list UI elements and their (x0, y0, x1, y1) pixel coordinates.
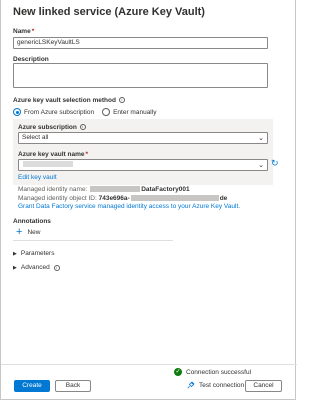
plug-icon (187, 381, 195, 389)
identity-object-id-suffix: de (219, 195, 228, 202)
redacted-object-id (130, 195, 219, 202)
checkmark-circle-icon: ✓ (174, 368, 182, 376)
footer-divider (1, 364, 297, 365)
managed-identity-name: Managed identity name: DataFactory001 (18, 186, 190, 193)
test-connection-label: Test connection (199, 381, 245, 389)
connection-status-text: Connection successful (186, 368, 252, 376)
radio-from-subscription-label: From Azure subscription (24, 108, 95, 116)
new-annotation-button[interactable]: + New (16, 226, 41, 238)
subscription-select-value: Select all (22, 134, 49, 141)
radio-unselected-icon (102, 108, 111, 116)
required-mark: * (85, 151, 89, 158)
parameters-label: Parameters (20, 250, 55, 257)
refresh-icon[interactable]: ↻ (271, 159, 279, 168)
chevron-down-icon: ⌄ (258, 135, 264, 142)
selection-method-label-text: Azure key vault selection method (13, 97, 116, 104)
identity-object-id-prefix: 743e696a- (98, 195, 130, 202)
vault-name-label-text: Azure key vault name (18, 151, 85, 158)
linked-service-panel: New linked service (Azure Key Vault) Nam… (0, 0, 297, 400)
connection-status: ✓ Connection successful (174, 368, 251, 376)
description-label: Description (13, 56, 49, 63)
radio-enter-manually[interactable]: Enter manually (102, 108, 156, 116)
triangle-right-icon: ▶ (13, 250, 17, 257)
redacted-identity-name (90, 186, 141, 193)
radio-from-subscription[interactable]: From Azure subscription (13, 108, 94, 116)
chevron-down-icon: ⌄ (258, 162, 264, 169)
identity-name-label: Managed identity name: (18, 186, 88, 193)
name-label-text: Name (13, 28, 31, 35)
triangle-right-icon: ▶ (13, 264, 17, 271)
identity-object-id-label: Managed identity object ID: (18, 195, 97, 202)
info-icon[interactable]: i (79, 124, 86, 131)
advanced-label: Advanced (20, 264, 50, 271)
description-textarea[interactable] (13, 63, 268, 88)
required-mark: * (31, 28, 35, 35)
identity-name-value: DataFactory001 (141, 186, 190, 193)
annotations-divider (13, 240, 173, 241)
selection-method-label: Azure key vault selection method i (13, 97, 125, 104)
selection-method-radio-group: From Azure subscription Enter manually (13, 108, 156, 116)
name-input[interactable]: genericLSKeyVaultLS (13, 37, 268, 49)
create-button[interactable]: Create (14, 380, 50, 392)
annotations-label: Annotations (13, 218, 51, 225)
name-label: Name* (13, 28, 34, 35)
subscription-label: Azure subscription i (18, 124, 86, 131)
radio-selected-icon (13, 108, 21, 116)
new-annotation-label: New (27, 229, 41, 236)
advanced-expander[interactable]: ▶ Advanced i (13, 264, 60, 271)
parameters-expander[interactable]: ▶ Parameters (13, 250, 54, 257)
info-icon[interactable]: i (118, 97, 125, 104)
vault-name-select[interactable]: ⌄ (18, 159, 268, 171)
test-connection-button[interactable]: Test connection (187, 381, 244, 389)
subscription-select[interactable]: Select all ⌄ (18, 132, 268, 144)
edit-key-vault-link[interactable]: Edit key vault (18, 174, 57, 181)
back-button[interactable]: Back (55, 380, 91, 392)
vault-name-label: Azure key vault name* (18, 151, 88, 158)
info-icon[interactable]: i (53, 264, 60, 271)
grant-access-link[interactable]: Grant Data Factory service managed ident… (18, 203, 240, 210)
plus-icon: + (16, 226, 23, 238)
radio-enter-manually-label: Enter manually (113, 108, 157, 116)
managed-identity-object-id: Managed identity object ID: 743e696a-de (18, 195, 227, 202)
panel-title: New linked service (Azure Key Vault) (13, 6, 205, 18)
cancel-button[interactable]: Cancel (245, 380, 282, 392)
redacted-vault-name (23, 161, 73, 168)
subscription-label-text: Azure subscription (18, 124, 77, 131)
